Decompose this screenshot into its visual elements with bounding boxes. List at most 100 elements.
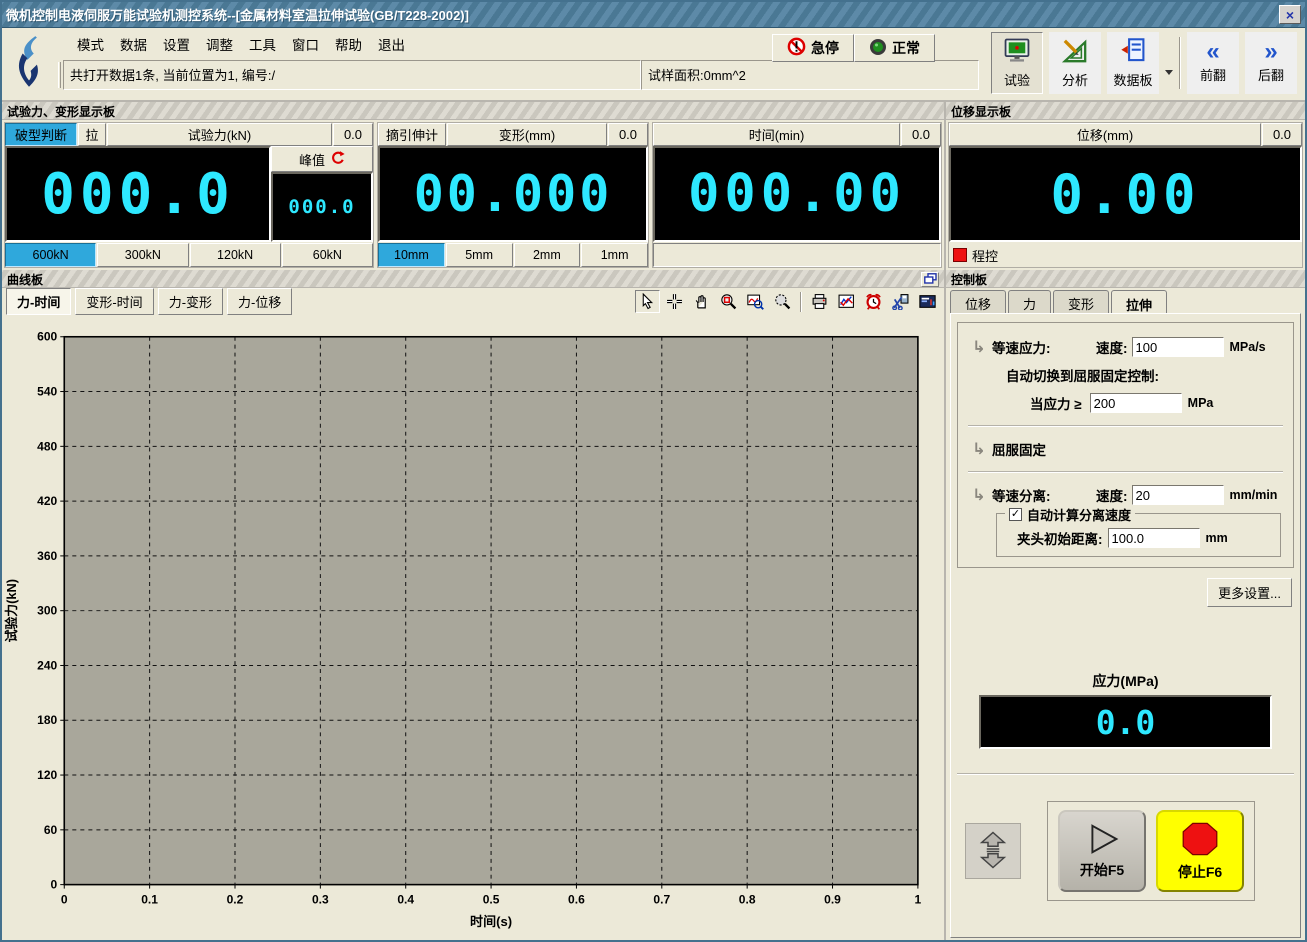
clip-save-icon[interactable] [888, 290, 913, 313]
zoom-curve-tool-icon[interactable] [743, 290, 768, 313]
force-value-display: 000.0 [5, 146, 271, 242]
curve-chart: 00.10.20.30.40.50.60.70.80.9106012018024… [2, 315, 944, 940]
pull-direction-button[interactable]: 拉 [78, 123, 106, 146]
menu-item-1[interactable]: 数据 [112, 31, 155, 57]
y-tick-label: 120 [37, 768, 57, 782]
zoom-select-tool-icon[interactable] [716, 290, 741, 313]
curve-tab-3[interactable]: 力-位移 [227, 288, 292, 315]
normal-state-button[interactable]: 正常 [854, 34, 935, 62]
main-row: 曲线板 力-时间变形-时间力-变形力-位移 [2, 270, 1305, 940]
stress-display-value: 0.0 [979, 695, 1272, 749]
control-panel: 控制板 位移力变形拉伸 ↳ 等速应力: 速度: MPa/s 自动切换到屈服固定控… [946, 270, 1305, 940]
force-header-label: 试验力(kN) [107, 123, 332, 146]
jog-up-down-button[interactable] [965, 823, 1021, 879]
force-display-area: 000.0 峰值 [5, 146, 373, 242]
control-tab-2[interactable]: 变形 [1053, 290, 1109, 313]
analysis-icon [1061, 38, 1089, 67]
title-bar: 微机控制电液伺服万能试验机测控系统--[金属材料室温拉伸试验(GB/T228-2… [2, 2, 1305, 28]
extensometer-button[interactable]: 摘引伸计 [378, 123, 446, 146]
control-tab-0[interactable]: 位移 [950, 290, 1006, 313]
curve-tab-1[interactable]: 变形-时间 [75, 288, 153, 315]
print-icon[interactable] [807, 290, 832, 313]
sep-speed-label: 速度: [1096, 485, 1128, 505]
auto-calc-checkbox[interactable]: ✓ [1009, 508, 1022, 521]
page-prev-button[interactable]: « 前翻 [1187, 32, 1239, 94]
program-control-label: 程控 [972, 246, 998, 265]
peak-refresh-icon[interactable] [330, 150, 345, 168]
more-settings-button[interactable]: 更多设置... [1207, 578, 1292, 607]
menu-item-5[interactable]: 窗口 [284, 31, 327, 57]
window-title: 微机控制电液伺服万能试验机测控系统--[金属材料室温拉伸试验(GB/T228-2… [6, 5, 1279, 24]
chart-area: 00.10.20.30.40.50.60.70.80.9106012018024… [2, 315, 944, 940]
force-range-600kN[interactable]: 600kN [5, 243, 96, 267]
page-next-button[interactable]: » 后翻 [1245, 32, 1297, 94]
force-range-300kN[interactable]: 300kN [97, 243, 188, 267]
stop-button[interactable]: 停止F6 [1156, 810, 1244, 892]
deform-range-2mm[interactable]: 2mm [514, 243, 581, 267]
displacement-display-area: 0.00 [949, 146, 1302, 242]
time-display-group: 时间(min) 0.0 000.00 [652, 122, 942, 268]
force-deform-panel-body: 破型判断 拉 试验力(kN) 0.0 000.0 峰值 [2, 120, 944, 270]
force-aux-value: 0.0 [333, 123, 373, 146]
menu-item-3[interactable]: 调整 [198, 31, 241, 57]
force-range-120kN[interactable]: 120kN [190, 243, 281, 267]
timer-clock-icon[interactable] [861, 290, 886, 313]
data-panel-button[interactable]: 数据板 [1107, 32, 1159, 94]
data-panel-icon [1120, 38, 1146, 67]
grip-distance-row: 夹头初始距离: mm [1003, 528, 1274, 548]
curve-settings-icon[interactable] [834, 290, 859, 313]
control-tab-1[interactable]: 力 [1008, 290, 1051, 313]
machine-state-buttons: 急停 正常 [772, 34, 935, 62]
test-mode-label: 试验 [1004, 70, 1030, 89]
data-monitor-icon[interactable] [915, 290, 940, 313]
close-button[interactable]: × [1279, 5, 1301, 24]
restore-window-button[interactable] [921, 272, 939, 287]
crosshair-tool-icon[interactable] [662, 290, 687, 313]
deform-range-5mm[interactable]: 5mm [446, 243, 513, 267]
menu-item-0[interactable]: 模式 [69, 31, 112, 57]
displacement-display-panel: 位移显示板 位移(mm) 0.0 0.00 程控 [946, 102, 1305, 270]
pointer-tool-icon[interactable] [635, 290, 660, 313]
zoom-out-tool-icon[interactable] [770, 290, 795, 313]
break-detect-button[interactable]: 破型判断 [5, 123, 77, 146]
emergency-stop-label: 急停 [811, 38, 839, 58]
start-button[interactable]: 开始F5 [1058, 810, 1146, 892]
data-panel-dropdown-arrow[interactable] [1165, 70, 1173, 75]
restore-window-icon [924, 273, 937, 287]
app-logo [2, 28, 56, 100]
normal-led-icon [869, 38, 887, 59]
separation-speed-input[interactable] [1132, 485, 1224, 505]
force-range-60kN[interactable]: 60kN [282, 243, 373, 267]
chevrons-right-icon: » [1264, 42, 1277, 62]
curve-tab-0[interactable]: 力-时间 [6, 288, 71, 315]
test-mode-button[interactable]: 试验 [991, 32, 1043, 94]
control-tab-3[interactable]: 拉伸 [1111, 290, 1167, 313]
const-stress-label: 等速应力: [992, 337, 1078, 357]
x-tick-label: 0.8 [739, 892, 756, 906]
curve-tab-2[interactable]: 力-变形 [158, 288, 223, 315]
menu-item-7[interactable]: 退出 [370, 31, 413, 57]
force-deform-display-panel: 试验力、变形显示板 破型判断 拉 试验力(kN) 0.0 000.0 [2, 102, 946, 270]
deform-range-1mm[interactable]: 1mm [581, 243, 648, 267]
displacement-panel-title: 位移显示板 [946, 102, 1305, 120]
menu-item-2[interactable]: 设置 [155, 31, 198, 57]
emergency-stop-button[interactable]: 急停 [772, 34, 854, 62]
menu-item-6[interactable]: 帮助 [327, 31, 370, 57]
app-window: 微机控制电液伺服万能试验机测控系统--[金属材料室温拉伸试验(GB/T228-2… [0, 0, 1307, 942]
when-stress-unit: MPa [1188, 396, 1214, 410]
when-stress-label: 当应力 ≥ [1030, 393, 1082, 413]
x-tick-label: 0.7 [653, 892, 670, 906]
analysis-mode-button[interactable]: 分析 [1049, 32, 1101, 94]
grip-distance-input[interactable] [1108, 528, 1200, 548]
stress-speed-input[interactable] [1132, 337, 1224, 357]
y-tick-label: 420 [37, 494, 57, 508]
program-control-indicator [953, 248, 967, 262]
when-stress-input[interactable] [1090, 393, 1182, 413]
deform-digits: 00.000 [414, 165, 613, 223]
y-tick-label: 600 [37, 330, 57, 344]
x-tick-label: 0.3 [312, 892, 329, 906]
menu-item-4[interactable]: 工具 [241, 31, 284, 57]
deform-range-10mm[interactable]: 10mm [378, 243, 445, 267]
pan-hand-tool-icon[interactable] [689, 290, 714, 313]
peak-button[interactable]: 峰值 [271, 146, 373, 172]
